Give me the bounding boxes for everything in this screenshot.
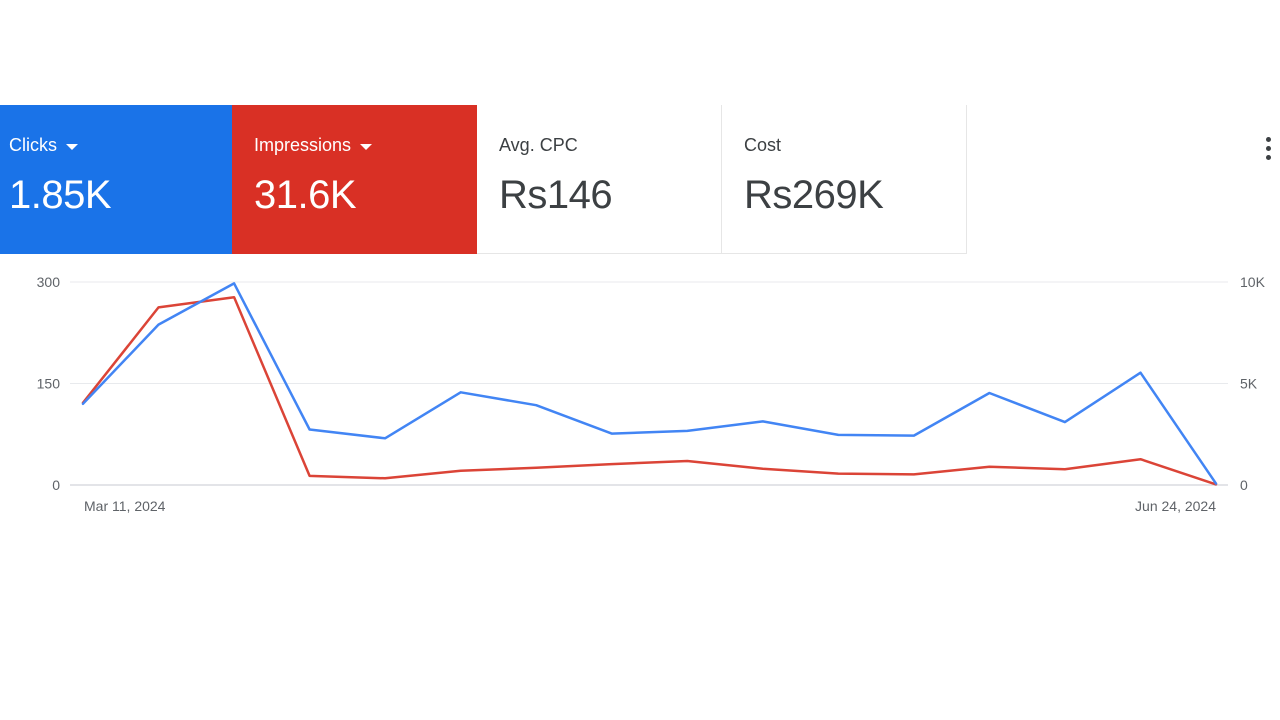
- x-axis-start-label: Mar 11, 2024: [84, 498, 166, 514]
- right-axis-tick: 0: [1240, 477, 1248, 493]
- left-axis-tick: 300: [37, 274, 61, 290]
- series-line-impressions: [81, 295, 1218, 486]
- right-axis-tick: 5K: [1240, 376, 1258, 392]
- left-axis-tick: 150: [37, 376, 61, 392]
- performance-line-chart: 0 0 150 5K 300 10K Mar 11, 2024 Jun 24, 2024: [37, 274, 1266, 514]
- x-axis-end-label: Jun 24, 2024: [1135, 498, 1216, 514]
- left-axis-tick: 0: [52, 477, 60, 493]
- right-axis-tick: 10K: [1240, 274, 1266, 290]
